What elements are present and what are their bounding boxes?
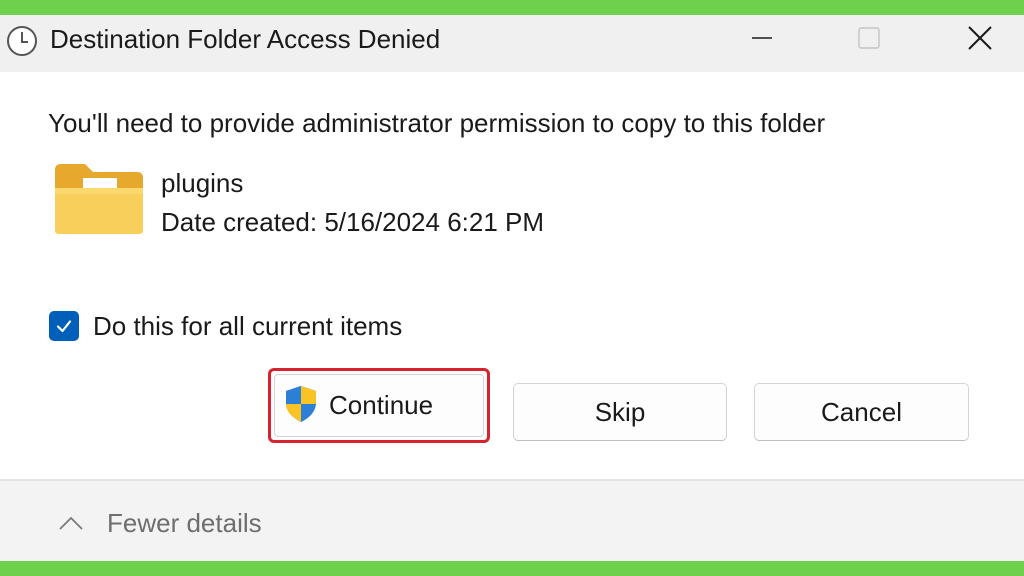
- details-footer: Fewer details: [0, 481, 1024, 561]
- title-bar: Destination Folder Access Denied: [0, 15, 1024, 72]
- continue-label: Continue: [329, 390, 434, 420]
- cancel-button[interactable]: Cancel: [754, 383, 969, 441]
- folder-date-created: Date created: 5/16/2024 6:21 PM: [161, 207, 545, 237]
- chevron-up-icon[interactable]: [58, 515, 84, 531]
- close-button[interactable]: [952, 15, 1008, 61]
- minimize-icon: [752, 37, 772, 39]
- window-title: Destination Folder Access Denied: [50, 24, 441, 54]
- close-icon: [968, 26, 992, 50]
- permission-message: You'll need to provide administrator per…: [48, 108, 826, 138]
- checkmark-icon: [56, 320, 72, 333]
- maximize-button[interactable]: [841, 15, 897, 61]
- clock-icon: [7, 26, 37, 56]
- fewer-details-toggle[interactable]: Fewer details: [107, 508, 262, 538]
- maximize-icon: [858, 27, 880, 49]
- skip-button[interactable]: Skip: [513, 383, 727, 441]
- apply-all-checkbox[interactable]: [49, 311, 79, 341]
- minimize-button[interactable]: [734, 15, 790, 61]
- folder-icon: [55, 164, 143, 234]
- apply-all-label[interactable]: Do this for all current items: [93, 311, 402, 341]
- dialog-window: Destination Folder Access Denied You'll …: [0, 15, 1024, 561]
- continue-button[interactable]: Continue: [268, 368, 490, 443]
- folder-name: plugins: [161, 168, 244, 198]
- uac-shield-icon: [286, 386, 316, 422]
